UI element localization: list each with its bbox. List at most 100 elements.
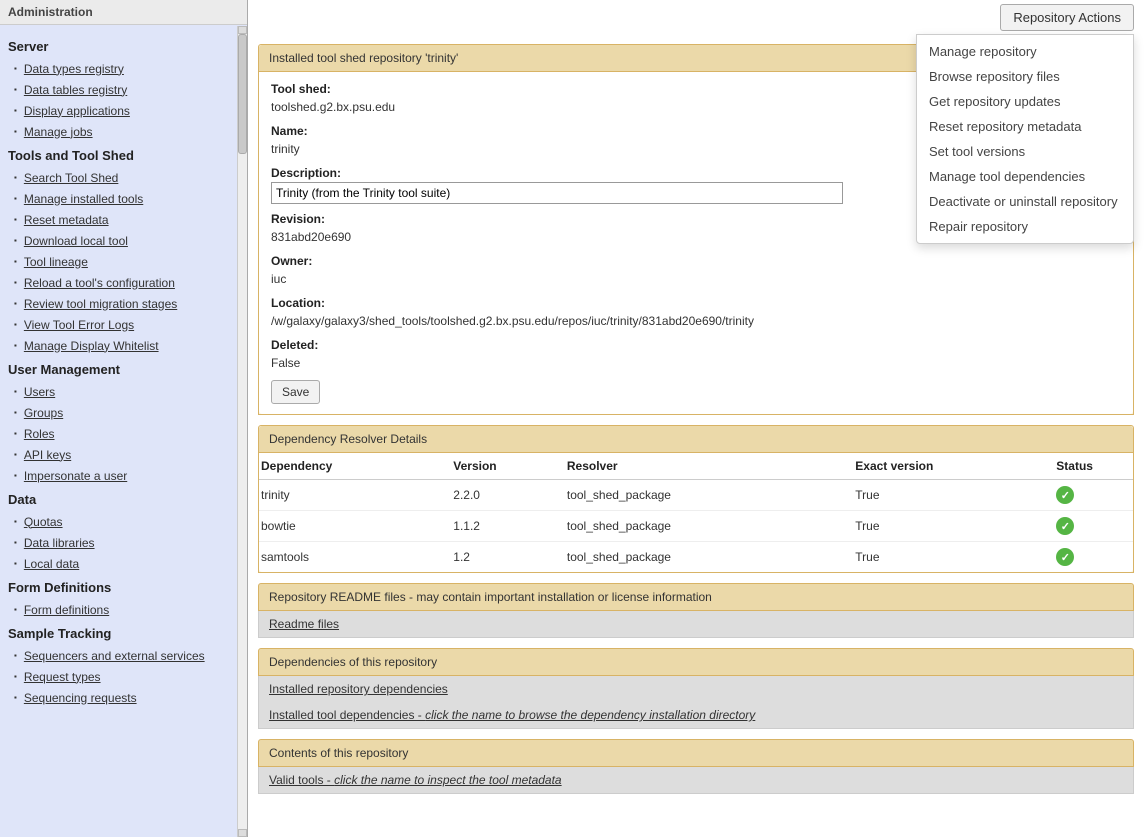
sidebar-item[interactable]: Manage installed tools bbox=[8, 188, 239, 209]
sidebar-item[interactable]: Reload a tool's configuration bbox=[8, 272, 239, 293]
sidebar-link[interactable]: Users bbox=[24, 384, 55, 400]
sidebar-item[interactable]: Sequencers and external services bbox=[8, 645, 239, 666]
sidebar-item[interactable]: Groups bbox=[8, 402, 239, 423]
sidebar-link[interactable]: Tool lineage bbox=[24, 254, 88, 270]
cell-exact: True bbox=[853, 511, 1054, 542]
dependency-table: Dependency Version Resolver Exact versio… bbox=[259, 453, 1133, 572]
sidebar-link[interactable]: Local data bbox=[24, 556, 79, 572]
sidebar-link[interactable]: Sequencers and external services bbox=[24, 648, 205, 664]
deps-row-1[interactable]: Installed repository dependencies bbox=[258, 676, 1134, 702]
sidebar-item[interactable]: Request types bbox=[8, 666, 239, 687]
sidebar-heading: Form Definitions bbox=[8, 580, 239, 595]
sidebar-link[interactable]: Groups bbox=[24, 405, 63, 421]
sidebar-link[interactable]: View Tool Error Logs bbox=[24, 317, 134, 333]
menu-item[interactable]: Manage tool dependencies bbox=[917, 164, 1133, 189]
sidebar-item[interactable]: Display applications bbox=[8, 100, 239, 121]
valid-tools-link[interactable]: Valid tools - click the name to inspect … bbox=[269, 773, 562, 787]
menu-item[interactable]: Reset repository metadata bbox=[917, 114, 1133, 139]
cell-ver: 2.2.0 bbox=[451, 480, 565, 511]
deps-of-panel-title: Dependencies of this repository bbox=[258, 648, 1134, 676]
sidebar-item[interactable]: Data types registry bbox=[8, 58, 239, 79]
sidebar-item[interactable]: Manage jobs bbox=[8, 121, 239, 142]
sidebar-link[interactable]: Manage Display Whitelist bbox=[24, 338, 159, 354]
description-input[interactable] bbox=[271, 182, 843, 204]
sidebar-item[interactable]: Form definitions bbox=[8, 599, 239, 620]
menu-item[interactable]: Set tool versions bbox=[917, 139, 1133, 164]
value-owner: iuc bbox=[271, 270, 1121, 288]
sidebar-link[interactable]: Reset metadata bbox=[24, 212, 109, 228]
sidebar-heading: Sample Tracking bbox=[8, 626, 239, 641]
sidebar-link[interactable]: Manage installed tools bbox=[24, 191, 143, 207]
readme-link[interactable]: Readme files bbox=[269, 617, 339, 631]
cell-res: tool_shed_package bbox=[565, 511, 853, 542]
save-button[interactable]: Save bbox=[271, 380, 320, 404]
installed-repo-deps-link[interactable]: Installed repository dependencies bbox=[269, 682, 448, 696]
cell-exact: True bbox=[853, 542, 1054, 573]
label-owner: Owner: bbox=[271, 254, 1121, 268]
menu-item[interactable]: Manage repository bbox=[917, 39, 1133, 64]
cell-ver: 1.2 bbox=[451, 542, 565, 573]
repository-actions-button[interactable]: Repository Actions bbox=[1000, 4, 1134, 31]
contents-row[interactable]: Valid tools - click the name to inspect … bbox=[258, 767, 1134, 794]
cell-exact: True bbox=[853, 480, 1054, 511]
sidebar-item[interactable]: Impersonate a user bbox=[8, 465, 239, 486]
sidebar-scrollbar[interactable] bbox=[237, 26, 247, 837]
scroll-up-icon[interactable] bbox=[238, 26, 247, 34]
repository-actions-menu: Manage repositoryBrowse repository files… bbox=[916, 34, 1134, 244]
sidebar-item[interactable]: Review tool migration stages bbox=[8, 293, 239, 314]
sidebar-link[interactable]: Manage jobs bbox=[24, 124, 93, 140]
menu-item[interactable]: Repair repository bbox=[917, 214, 1133, 239]
cell-status: ✓ bbox=[1054, 511, 1133, 542]
sidebar-link[interactable]: Download local tool bbox=[24, 233, 128, 249]
sidebar-link[interactable]: Search Tool Shed bbox=[24, 170, 119, 186]
sidebar-item[interactable]: Download local tool bbox=[8, 230, 239, 251]
sidebar-item[interactable]: Roles bbox=[8, 423, 239, 444]
check-icon: ✓ bbox=[1056, 548, 1074, 566]
sidebar-heading: Server bbox=[8, 39, 239, 54]
sidebar-link[interactable]: Data libraries bbox=[24, 535, 95, 551]
sidebar-link[interactable]: Reload a tool's configuration bbox=[24, 275, 175, 291]
col-dependency: Dependency bbox=[259, 453, 451, 480]
sidebar-item[interactable]: API keys bbox=[8, 444, 239, 465]
sidebar-link[interactable]: Impersonate a user bbox=[24, 468, 127, 484]
scroll-thumb[interactable] bbox=[238, 34, 247, 154]
readme-panel-title: Repository README files - may contain im… bbox=[258, 583, 1134, 611]
menu-item[interactable]: Deactivate or uninstall repository bbox=[917, 189, 1133, 214]
sidebar-link[interactable]: Data types registry bbox=[24, 61, 124, 77]
sidebar-item[interactable]: Local data bbox=[8, 553, 239, 574]
label-location: Location: bbox=[271, 296, 1121, 310]
sidebar-link[interactable]: Data tables registry bbox=[24, 82, 127, 98]
col-version: Version bbox=[451, 453, 565, 480]
scroll-down-icon[interactable] bbox=[238, 829, 247, 837]
menu-item[interactable]: Get repository updates bbox=[917, 89, 1133, 114]
sidebar-item[interactable]: View Tool Error Logs bbox=[8, 314, 239, 335]
sidebar-item[interactable]: Quotas bbox=[8, 511, 239, 532]
sidebar-item[interactable]: Reset metadata bbox=[8, 209, 239, 230]
sidebar-link[interactable]: Form definitions bbox=[24, 602, 109, 618]
sidebar-link[interactable]: Quotas bbox=[24, 514, 63, 530]
deps-row-2[interactable]: Installed tool dependencies - click the … bbox=[258, 702, 1134, 729]
installed-tool-deps-link[interactable]: Installed tool dependencies - click the … bbox=[269, 708, 755, 722]
check-icon: ✓ bbox=[1056, 517, 1074, 535]
menu-item[interactable]: Browse repository files bbox=[917, 64, 1133, 89]
sidebar-link[interactable]: Review tool migration stages bbox=[24, 296, 177, 312]
cell-res: tool_shed_package bbox=[565, 480, 853, 511]
table-row: samtools1.2tool_shed_packageTrue✓ bbox=[259, 542, 1133, 573]
sidebar-item[interactable]: Search Tool Shed bbox=[8, 167, 239, 188]
sidebar-link[interactable]: Sequencing requests bbox=[24, 690, 137, 706]
sidebar-item[interactable]: Manage Display Whitelist bbox=[8, 335, 239, 356]
sidebar-item[interactable]: Sequencing requests bbox=[8, 687, 239, 708]
sidebar-link[interactable]: Display applications bbox=[24, 103, 130, 119]
cell-res: tool_shed_package bbox=[565, 542, 853, 573]
sidebar-link[interactable]: API keys bbox=[24, 447, 71, 463]
readme-row[interactable]: Readme files bbox=[258, 611, 1134, 638]
sidebar-heading: Tools and Tool Shed bbox=[8, 148, 239, 163]
dependency-panel: Dependency Resolver Details Dependency V… bbox=[258, 425, 1134, 573]
sidebar-link[interactable]: Request types bbox=[24, 669, 101, 685]
sidebar-link[interactable]: Roles bbox=[24, 426, 55, 442]
sidebar-item[interactable]: Data libraries bbox=[8, 532, 239, 553]
sidebar-item[interactable]: Users bbox=[8, 381, 239, 402]
sidebar-item[interactable]: Data tables registry bbox=[8, 79, 239, 100]
sidebar-item[interactable]: Tool lineage bbox=[8, 251, 239, 272]
cell-status: ✓ bbox=[1054, 480, 1133, 511]
